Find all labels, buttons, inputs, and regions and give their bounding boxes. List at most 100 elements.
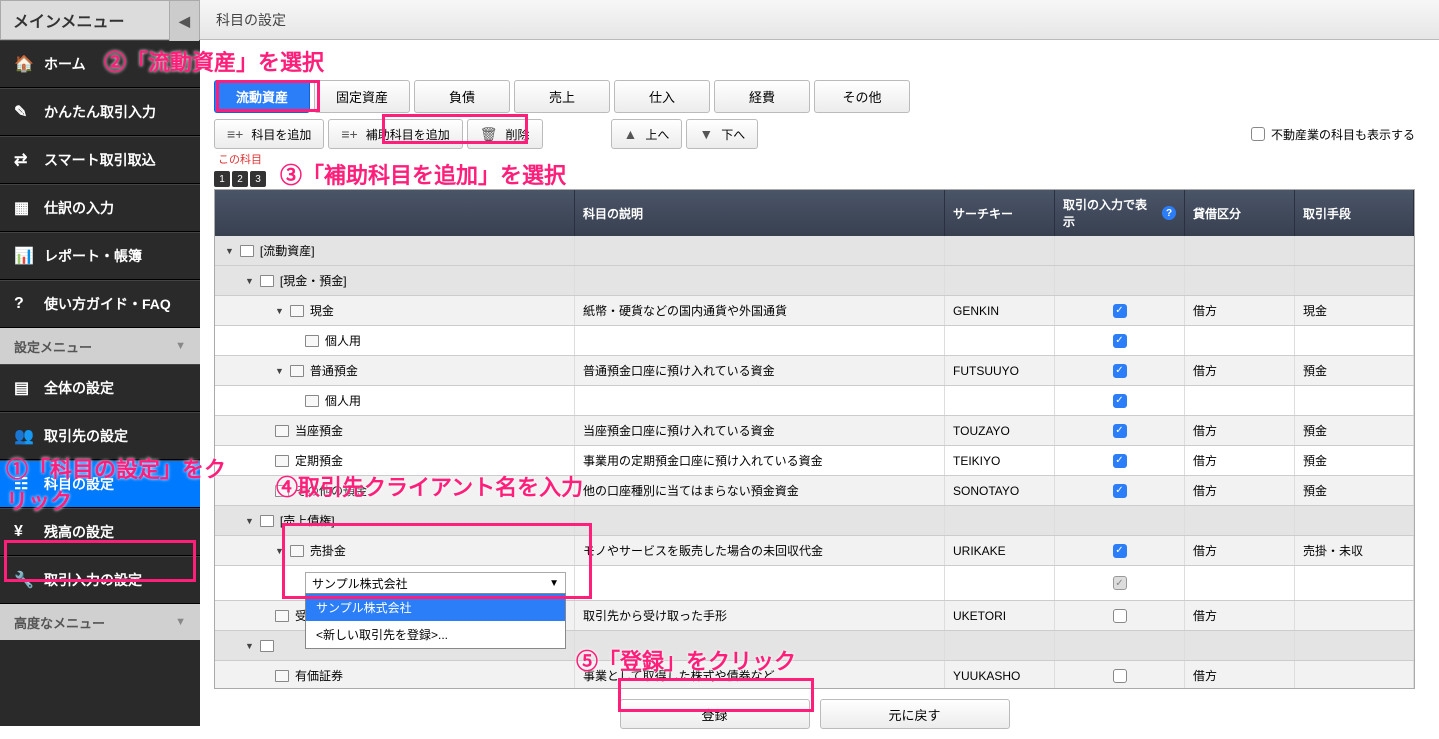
yen-icon: ¥ [14,523,34,541]
main-area: 科目の設定 流動資産 固定資産 負債 売上 仕入 経費 その他 ≡+科目を追加 … [200,0,1439,726]
collapse-sidebar-button[interactable]: ◀ [169,1,199,41]
move-down-button[interactable]: ▼下へ [686,119,758,149]
show-checkbox[interactable] [1113,424,1127,438]
show-checkbox[interactable] [1113,334,1127,348]
account-name: 普通預金 [310,362,358,379]
account-name: 個人用 [325,392,361,409]
settings-menu-label: 設定メニュー [14,337,92,356]
show-realestate-checkbox[interactable] [1251,127,1265,141]
row-cash[interactable]: ▼現金紙幣・硬貨などの国内通貨や外国通貨GENKIN借方現金 [215,296,1414,326]
account-desc: 取引先から受け取った手形 [575,601,945,630]
collapse-icon[interactable]: ▼ [225,246,234,256]
show-checkbox[interactable] [1113,544,1127,558]
doc-icon [275,610,289,622]
drcr: 借方 [1185,661,1295,689]
settings-menu-header[interactable]: 設定メニュー▼ [0,328,200,364]
sidebar-item-overall-settings[interactable]: ▤全体の設定 [0,364,200,412]
search-key: SONOTAYO [945,476,1055,505]
collapse-icon[interactable]: ▼ [275,366,284,376]
row-ordinary[interactable]: ▼普通預金普通預金口座に預け入れている資金FUTSUUYO借方預金 [215,356,1414,386]
tab-purchases[interactable]: 仕入 [614,80,710,113]
row-cash-personal[interactable]: 個人用 [215,326,1414,356]
sidebar-item-smart-import[interactable]: ⇄スマート取引取込 [0,136,200,184]
doc-icon [290,305,304,317]
drcr: 借方 [1185,416,1295,445]
ledger-icon: ▦ [14,198,34,218]
client-option-new[interactable]: <新しい取引先を登録>... [306,621,565,648]
method: 売掛・未収 [1295,536,1414,565]
show-checkbox[interactable] [1113,304,1127,318]
search-key: URIKAKE [945,536,1055,565]
tab-expenses[interactable]: 経費 [714,80,810,113]
tab-other[interactable]: その他 [814,80,910,113]
collapse-icon[interactable]: ▼ [275,546,284,556]
tab-fixed-assets[interactable]: 固定資産 [314,80,410,113]
tab-sales[interactable]: 売上 [514,80,610,113]
add-icon: ≡+ [227,126,243,142]
show-checkbox[interactable] [1113,484,1127,498]
collapse-icon[interactable]: ▼ [245,516,254,526]
folder-icon [240,245,254,257]
sidebar-item-balance-settings[interactable]: ¥残高の設定 [0,508,200,556]
revert-button[interactable]: 元に戻す [820,699,1010,729]
add-subaccount-button[interactable]: ≡+補助科目を追加 [328,119,462,149]
col-method: 取引手段 [1295,190,1414,236]
row-other-deposit[interactable]: その他の預金他の口座種別に当てはまらない預金資金SONOTAYO借方預金 [215,476,1414,506]
doc-icon [290,365,304,377]
group-receivables[interactable]: ▼[売上債権] [215,506,1414,536]
sidebar-item-account-settings[interactable]: ☷科目の設定 [0,460,200,508]
delete-button[interactable]: 🗑削除 [467,119,543,149]
step-indicator: 123 [214,171,1415,187]
sidebar-item-reports[interactable]: 📊レポート・帳簿 [0,232,200,280]
note-text: この科目 [218,151,1415,167]
method: 現金 [1295,296,1414,325]
sidebar-item-entry-settings[interactable]: 🔧取引入力の設定 [0,556,200,604]
sidebar-item-guide[interactable]: ?使い方ガイド・FAQ [0,280,200,328]
client-select-input[interactable]: サンプル株式会社 ▼ サンプル株式会社 <新しい取引先を登録>... [305,572,566,594]
drcr: 借方 [1185,476,1295,505]
sidebar-item-client-settings[interactable]: 👥取引先の設定 [0,412,200,460]
sidebar-label-guide: 使い方ガイド・FAQ [44,294,171,314]
move-up-button[interactable]: ▲上へ [611,119,683,149]
main-menu-label: メインメニュー [13,8,125,32]
tab-current-assets[interactable]: 流動資産 [214,80,310,113]
collapse-icon[interactable]: ▼ [275,306,284,316]
client-option-1[interactable]: サンプル株式会社 [306,594,565,621]
row-securities[interactable]: 有価証券事業として取得した株式や債券などYUUKASHO借方 [215,661,1414,689]
group-cash-deposits[interactable]: ▼[現金・預金] [215,266,1414,296]
sidebar-item-easy-entry[interactable]: ✎かんたん取引入力 [0,88,200,136]
sidebar-item-journal-entry[interactable]: ▦仕訳の入力 [0,184,200,232]
row-accounts-receivable[interactable]: ▼売掛金モノやサービスを販売した場合の未回収代金URIKAKE借方売掛・未収 [215,536,1414,566]
row-client-select[interactable]: サンプル株式会社 ▼ サンプル株式会社 <新しい取引先を登録>... [215,566,1414,601]
search-key: TEIKIYO [945,446,1055,475]
add-subaccount-label: 補助科目を追加 [366,126,450,143]
collapse-icon[interactable]: ▼ [245,276,254,286]
dropdown-arrow-icon: ▼ [549,578,559,589]
show-checkbox[interactable] [1113,394,1127,408]
drcr: 借方 [1185,601,1295,630]
show-checkbox[interactable] [1113,576,1127,590]
folder-icon [260,515,274,527]
show-checkbox[interactable] [1113,669,1127,683]
col-search-key: サーチキー [945,190,1055,236]
show-checkbox[interactable] [1113,364,1127,378]
add-account-button[interactable]: ≡+科目を追加 [214,119,324,149]
trash-icon: 🗑 [480,126,498,143]
row-fixed-deposit[interactable]: 定期預金事業用の定期預金口座に預け入れている資金TEIKIYO借方預金 [215,446,1414,476]
group-current-assets[interactable]: ▼[流動資産] [215,236,1414,266]
help-badge-icon[interactable]: ? [1162,206,1176,220]
tab-liabilities[interactable]: 負債 [414,80,510,113]
account-name: 個人用 [325,332,361,349]
show-checkbox[interactable] [1113,609,1127,623]
show-checkbox[interactable] [1113,454,1127,468]
row-checking[interactable]: 当座預金当座預金口座に預け入れている資金TOUZAYO借方預金 [215,416,1414,446]
register-button[interactable]: 登録 [620,699,810,729]
doc-icon [275,425,289,437]
down-icon: ▼ [699,126,713,142]
advanced-menu-header[interactable]: 高度なメニュー▼ [0,604,200,640]
row-ordinary-personal[interactable]: 個人用 [215,386,1414,416]
page-title: 科目の設定 [216,10,286,30]
sidebar-item-home[interactable]: 🏠ホーム [0,40,200,88]
collapse-icon[interactable]: ▼ [245,641,254,651]
account-table: 科目の説明 サーチキー 取引の入力で表示? 貸借区分 取引手段 ▼[流動資産] … [214,189,1415,689]
